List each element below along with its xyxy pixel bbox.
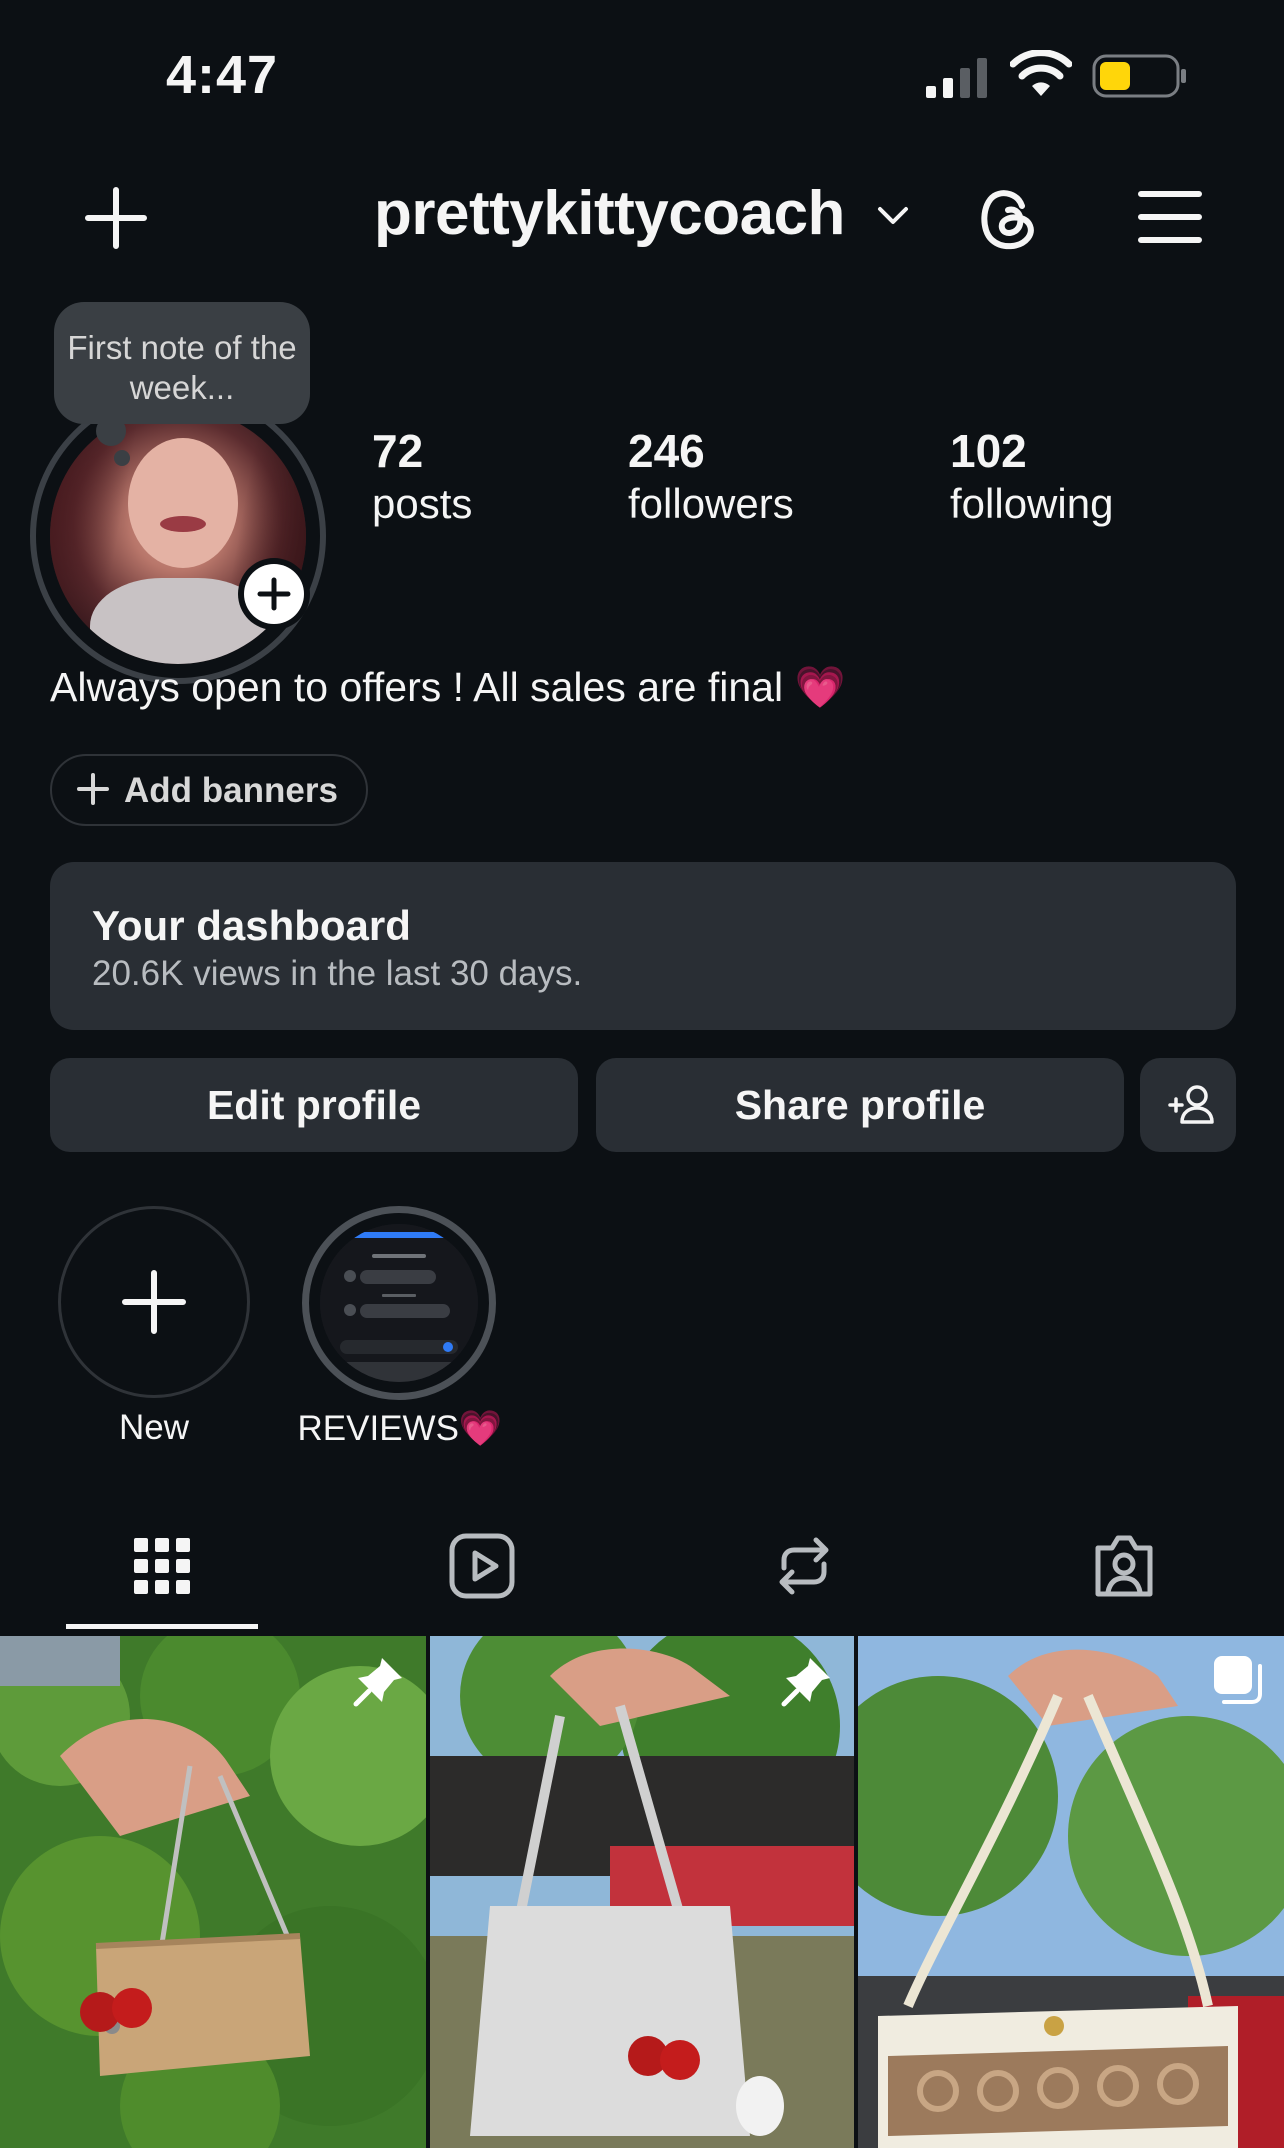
stat-following-count: 102	[950, 425, 1027, 477]
dashboard-title: Your dashboard	[92, 902, 411, 949]
stat-followers-label: followers	[628, 480, 794, 527]
edit-profile-button[interactable]: Edit profile	[50, 1058, 578, 1152]
wifi-icon	[1010, 50, 1072, 96]
highlight-new-label: New	[118, 1408, 190, 1447]
stat-posts[interactable]: 72 posts	[372, 424, 472, 530]
plus-icon	[77, 773, 109, 805]
highlight-reviews-thumbnail[interactable]	[320, 1224, 478, 1382]
reels-icon[interactable]	[448, 1532, 516, 1600]
pin-icon	[781, 1658, 830, 1707]
plus-icon	[257, 577, 291, 611]
stat-followers-count: 246	[628, 425, 705, 477]
note-bubble[interactable]: First note of the week...	[54, 302, 310, 424]
share-profile-button[interactable]: Share profile	[596, 1058, 1124, 1152]
stat-following-label: following	[950, 480, 1114, 527]
highlight-reviews-label: REVIEWS💗	[297, 1409, 503, 1448]
stat-following[interactable]: 102 following	[950, 424, 1113, 530]
menu-hamburger-icon[interactable]	[1138, 190, 1202, 244]
cellular-signal-icon	[926, 58, 987, 98]
profile-bio: Always open to offers ! All sales are fi…	[50, 664, 846, 710]
reviews-screenshot-image	[320, 1224, 478, 1382]
stat-posts-count: 72	[372, 425, 424, 477]
add-person-icon	[1168, 1085, 1214, 1124]
reposts-icon[interactable]	[770, 1532, 838, 1600]
post-image-tan-handbag	[0, 1636, 426, 2148]
stat-followers[interactable]: 246 followers	[628, 424, 794, 530]
active-tab-indicator	[66, 1624, 258, 1629]
grid-icon[interactable]	[128, 1532, 196, 1600]
post-image-white-tote	[430, 1636, 854, 2148]
create-plus-icon[interactable]	[84, 186, 148, 250]
post-thumbnail-2[interactable]	[430, 1636, 854, 2148]
note-bubble-tail-small	[114, 450, 130, 466]
discover-people-button[interactable]	[1140, 1058, 1236, 1152]
add-banners-label: Add banners	[124, 771, 338, 810]
threads-icon[interactable]	[976, 184, 1040, 252]
highlight-new-button[interactable]	[58, 1206, 250, 1398]
add-story-button[interactable]	[238, 558, 310, 630]
plus-icon	[122, 1270, 186, 1334]
stat-posts-label: posts	[372, 480, 473, 527]
pin-icon	[353, 1658, 402, 1707]
profile-username[interactable]: prettykittycoach	[374, 178, 845, 249]
chevron-down-icon[interactable]	[876, 204, 910, 228]
carousel-icon	[1214, 1656, 1262, 1704]
post-image-signature-bag	[858, 1636, 1284, 2148]
tagged-icon[interactable]	[1090, 1532, 1158, 1600]
battery-icon	[1092, 54, 1186, 98]
add-banners-button[interactable]: Add banners	[50, 754, 368, 826]
post-thumbnail-3[interactable]	[858, 1636, 1284, 2148]
dashboard-card[interactable]: Your dashboard 20.6K views in the last 3…	[50, 862, 1236, 1030]
status-time: 4:47	[166, 45, 279, 105]
post-thumbnail-1[interactable]	[0, 1636, 426, 2148]
dashboard-subtitle: 20.6K views in the last 30 days.	[92, 954, 583, 993]
